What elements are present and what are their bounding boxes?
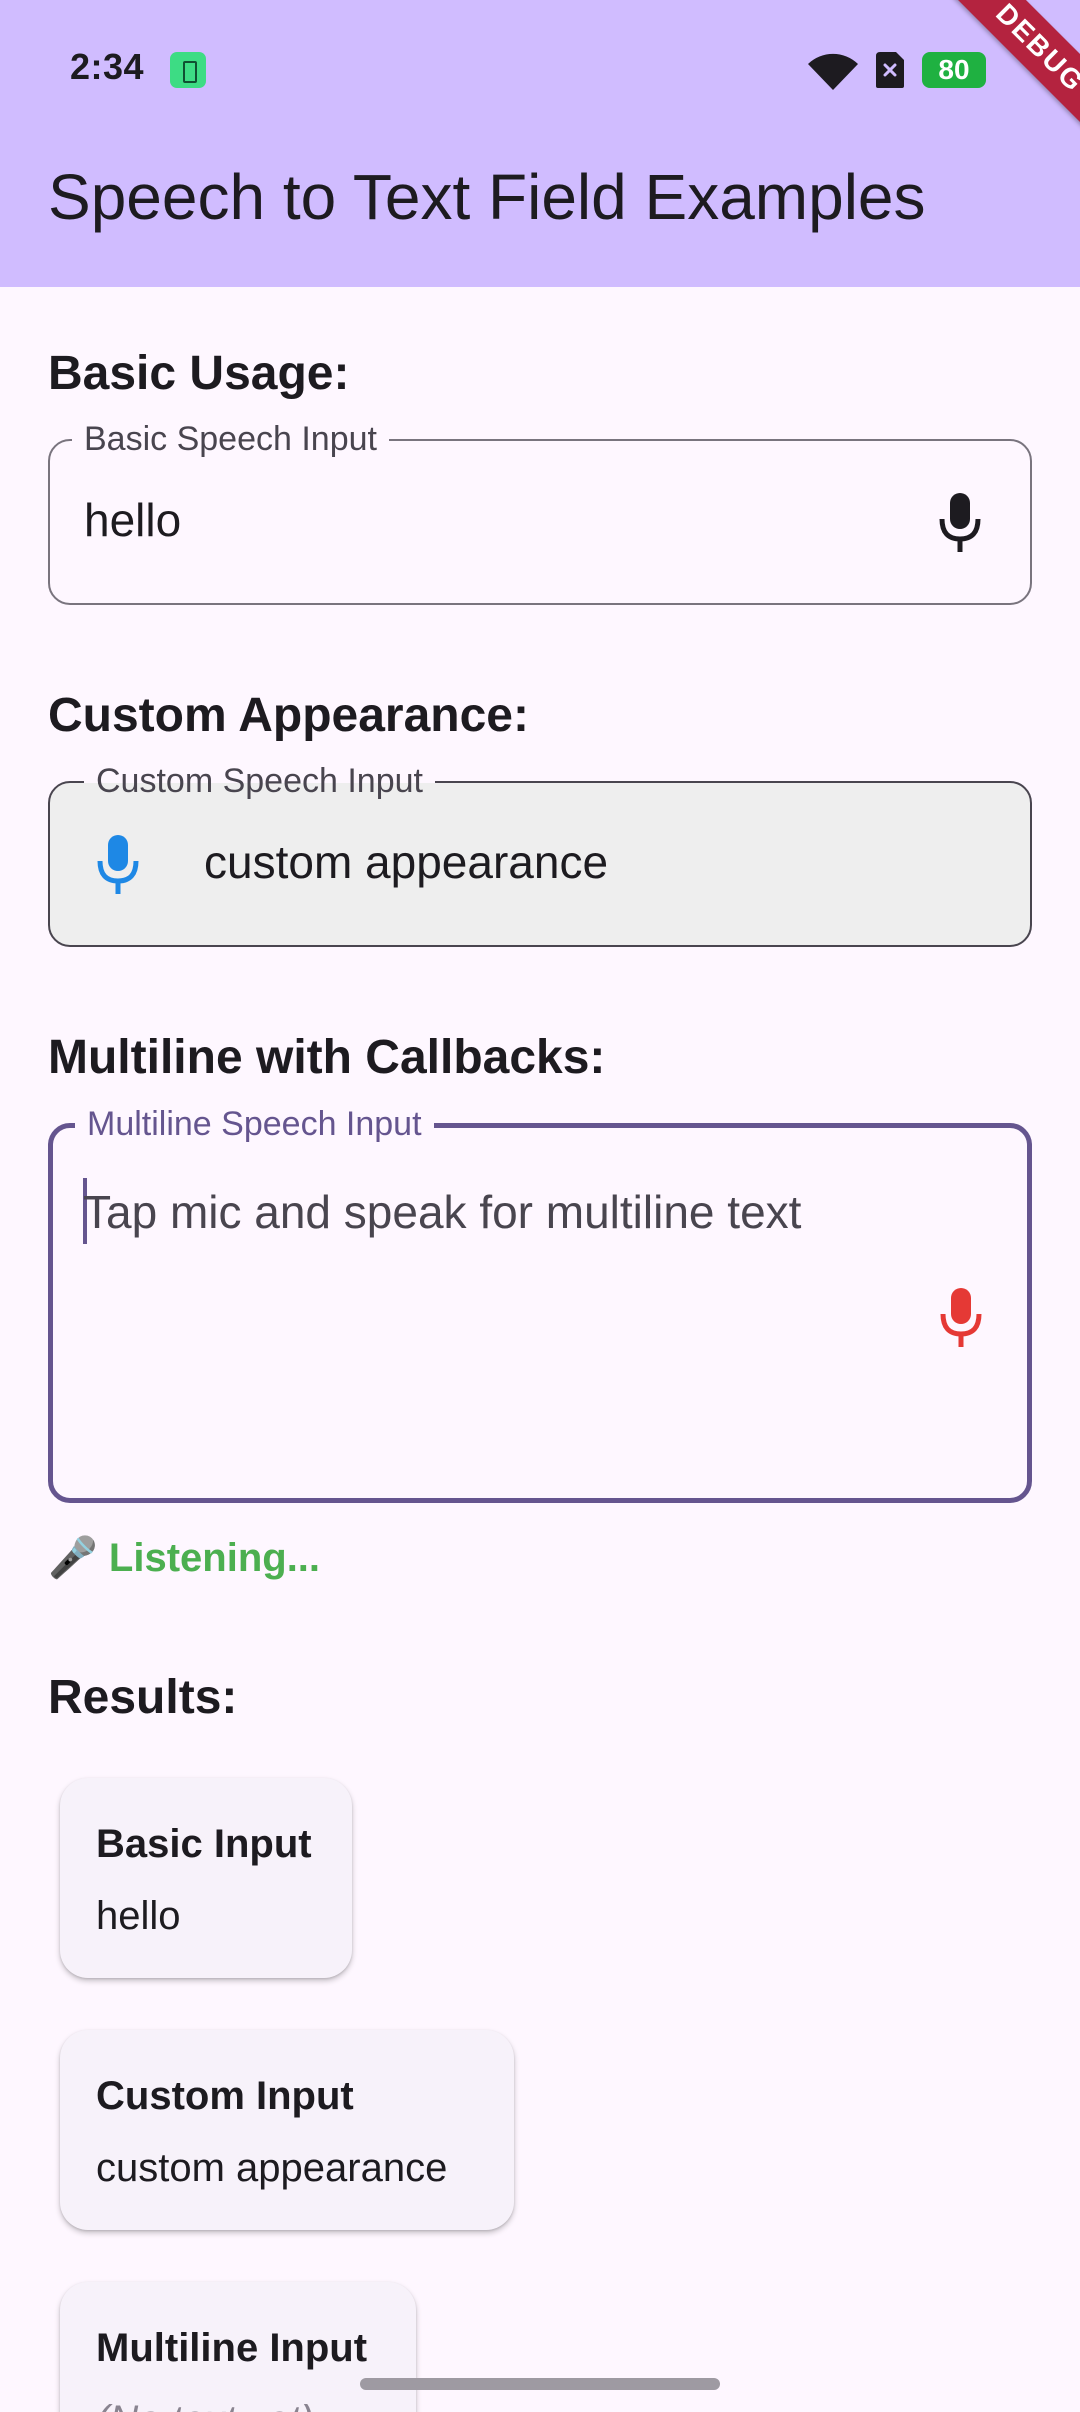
custom-speech-input[interactable]: Custom Speech Input custom appearance bbox=[48, 761, 1032, 947]
multiline-heading: Multiline with Callbacks: bbox=[48, 1031, 606, 1084]
custom-appearance-heading: Custom Appearance: bbox=[48, 689, 529, 742]
wifi-icon bbox=[808, 53, 858, 90]
result-card-value: custom appearance bbox=[96, 2146, 448, 2190]
listening-status: 🎤 Listening... bbox=[48, 1536, 321, 1580]
mic-icon[interactable] bbox=[96, 833, 140, 897]
page-title: Speech to Text Field Examples bbox=[48, 161, 926, 233]
app-bar: 2:34 80 Speech to Text Field Examples bbox=[0, 0, 1080, 287]
battery-saver-icon bbox=[170, 52, 206, 88]
multiline-placeholder: Tap mic and speak for multiline text bbox=[83, 1186, 802, 1238]
result-card-title: Multiline Input bbox=[96, 2326, 368, 2370]
result-card-custom: Custom Input custom appearance bbox=[60, 2030, 514, 2230]
result-card-multiline: Multiline Input (No text yet) bbox=[60, 2282, 416, 2412]
custom-speech-input-label: Custom Speech Input bbox=[84, 761, 435, 801]
battery-icon: 80 bbox=[922, 52, 986, 88]
custom-speech-input-value: custom appearance bbox=[204, 836, 609, 888]
sim-icon bbox=[876, 52, 904, 88]
result-card-title: Custom Input bbox=[96, 2074, 354, 2118]
mic-icon[interactable] bbox=[939, 1286, 983, 1350]
multiline-speech-input[interactable]: Multiline Speech Input Tap mic and speak… bbox=[48, 1104, 1032, 1503]
result-card-value: (No text yet) bbox=[96, 2398, 314, 2412]
result-card-title: Basic Input bbox=[96, 1822, 312, 1866]
basic-speech-input-label: Basic Speech Input bbox=[72, 419, 389, 459]
result-card-value: hello bbox=[96, 1894, 181, 1938]
status-time: 2:34 bbox=[70, 46, 145, 87]
result-card-basic: Basic Input hello bbox=[60, 1778, 352, 1978]
basic-usage-heading: Basic Usage: bbox=[48, 347, 350, 400]
basic-speech-input[interactable]: Basic Speech Input hello bbox=[48, 419, 1032, 605]
results-heading: Results: bbox=[48, 1671, 238, 1724]
home-indicator[interactable] bbox=[360, 2378, 720, 2390]
mic-icon[interactable] bbox=[938, 491, 982, 555]
multiline-speech-input-label: Multiline Speech Input bbox=[75, 1104, 434, 1144]
basic-speech-input-value: hello bbox=[84, 494, 182, 546]
screen: 2:34 80 Speech to Text Field Examples DE… bbox=[0, 0, 1080, 2412]
